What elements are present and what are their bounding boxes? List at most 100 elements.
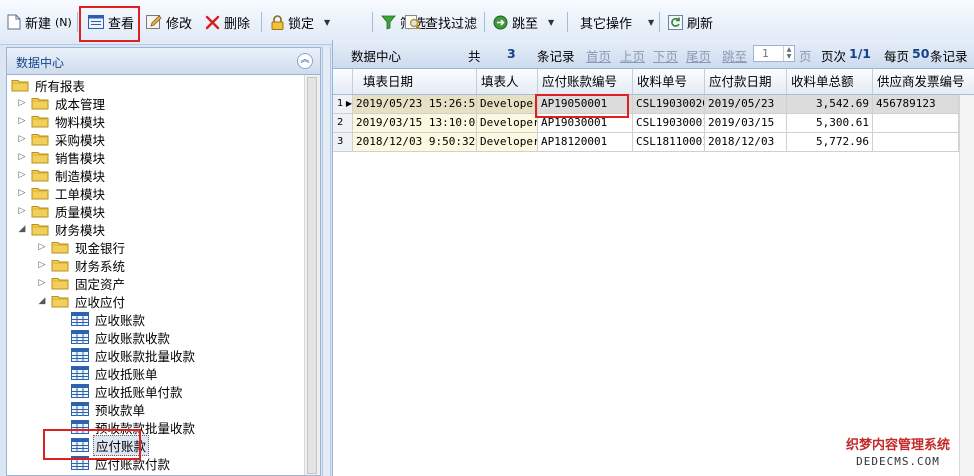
tree-collapsed-arrow-icon[interactable]: ▷ [37, 278, 47, 288]
page-spinner[interactable]: ▲ ▼ [783, 46, 794, 61]
current-row-arrow-icon: ▶ [343, 99, 353, 108]
panel-splitter[interactable] [322, 47, 331, 476]
other-ops-dropdown-caret[interactable]: ▼ [648, 18, 654, 27]
delete-button[interactable]: 删除 [205, 9, 250, 35]
other-ops-button[interactable]: 其它操作 ▼ [580, 9, 654, 35]
row-number-cell[interactable]: 2 [333, 114, 353, 132]
column-header[interactable]: 应付账款编号 [538, 69, 633, 94]
column-header[interactable]: 供应商发票编号 [873, 69, 974, 94]
goto-button[interactable]: 跳至 ▼ [493, 9, 554, 35]
tree-node[interactable]: ▷ 成本管理 [17, 94, 107, 112]
tree-node[interactable]: 应付账款付款 [57, 454, 172, 472]
table-cell[interactable]: 2018/12/03 9:50:32 [353, 133, 477, 151]
last-page-link[interactable]: 尾页 [686, 46, 711, 65]
row-number-cell[interactable]: 1 ▶ [333, 95, 353, 113]
collapse-chevrons-icon[interactable]: ︽ [297, 53, 313, 69]
tree-node[interactable]: ▷ 销售模块 [17, 148, 107, 166]
table-cell[interactable]: 2019/05/23 15:26:57 [353, 95, 477, 113]
tree-node[interactable]: 应收抵账单 [57, 364, 160, 382]
tree-node[interactable]: 预收款款批量收款 [57, 418, 197, 436]
tree-node[interactable]: 预收款单 [57, 400, 147, 418]
new-button[interactable]: 新建 (N) [7, 9, 72, 35]
page-unit: 页 [799, 49, 812, 64]
tree-node[interactable]: ▷ 现金银行 [37, 238, 127, 256]
row-number-cell[interactable]: 3 [333, 133, 353, 151]
tree-collapsed-arrow-icon[interactable]: ▷ [17, 98, 27, 108]
tree-collapsed-arrow-icon[interactable]: ▷ [17, 206, 27, 216]
page-number-input[interactable]: 1 ▲ ▼ [753, 45, 795, 62]
tree-collapsed-arrow-icon[interactable]: ▷ [17, 116, 27, 126]
tree-node[interactable]: ▷ 财务系统 [37, 256, 127, 274]
tree-node[interactable]: 应付账款 [57, 434, 150, 456]
tree-collapsed-arrow-icon[interactable]: ▷ [17, 134, 27, 144]
tree-node[interactable]: ▷ 质量模块 [17, 202, 107, 220]
table-cell[interactable]: Developer [477, 133, 538, 151]
tree-collapsed-arrow-icon[interactable]: ▷ [37, 260, 47, 270]
table-cell[interactable]: AP18120001 [538, 133, 633, 151]
table-cell[interactable] [873, 133, 959, 151]
column-header[interactable]: 收料单号 [633, 69, 705, 94]
tree-node[interactable]: 所有报表 [11, 76, 87, 94]
table-cell[interactable]: CSL18110001 [633, 133, 705, 151]
tree-expanded-arrow-icon[interactable]: ◢ [37, 296, 47, 306]
view-button[interactable]: 查看 [88, 9, 134, 35]
tree-collapsed-arrow-icon[interactable]: ▷ [17, 170, 27, 180]
table-cell[interactable]: AP19050001 [538, 95, 633, 113]
table-cell[interactable]: 5,772.96 [787, 133, 873, 151]
goto-dropdown-caret[interactable]: ▼ [548, 18, 554, 27]
tree-node[interactable]: ◢ 财务模块 [17, 220, 107, 238]
tree-node[interactable]: 应收抵账单付款 [57, 382, 185, 400]
tree-node[interactable]: ▷ 固定资产 [37, 274, 127, 292]
table-cell[interactable]: AP19030001 [538, 114, 633, 132]
table-cell[interactable]: 2019/03/15 [705, 114, 787, 132]
table-cell[interactable]: Developer [477, 95, 538, 113]
folder-icon [31, 168, 49, 182]
table-cell[interactable]: 5,300.61 [787, 114, 873, 132]
tree-collapsed-arrow-icon[interactable]: ▷ [37, 242, 47, 252]
table-row[interactable]: 3 2018/12/03 9:50:32 Developer AP18120001 CS… [333, 133, 974, 152]
table-cell[interactable]: 2019/05/23 [705, 95, 787, 113]
tree-node[interactable]: 应收账款批量收款 [57, 346, 197, 364]
column-header[interactable]: 填表人 [477, 69, 538, 94]
goto-page-link[interactable]: 跳至 [722, 46, 747, 65]
panel-title: 数据中心 [16, 56, 65, 70]
lock-dropdown-caret[interactable]: ▼ [324, 18, 330, 27]
toolbar-separator [261, 12, 262, 32]
tree-node[interactable]: ◢ 应收应付 [37, 292, 127, 310]
table-cell[interactable] [873, 114, 959, 132]
column-header[interactable]: 填表日期 [353, 69, 477, 94]
table-cell[interactable]: CSL19030020 [633, 95, 705, 113]
column-header[interactable]: 收料单总额 [787, 69, 873, 94]
table-cell[interactable]: 3,542.69 [787, 95, 873, 113]
tree-scrollbar[interactable] [304, 75, 320, 475]
column-header[interactable]: 应付款日期 [705, 69, 787, 94]
tree-node[interactable]: 应收账款 [57, 310, 147, 328]
tree-node[interactable]: ▷ 物料模块 [17, 112, 107, 130]
table-row[interactable]: 1 ▶ 2019/05/23 15:26:57 Developer AP1905000… [333, 95, 974, 114]
table-row[interactable]: 2 2019/03/15 13:10:03 Developer AP19030001 C… [333, 114, 974, 133]
table-cell[interactable]: 2019/03/15 13:10:03 [353, 114, 477, 132]
find-filter-button[interactable]: 查找过滤 [405, 9, 477, 35]
table-cell[interactable]: CSL19030001 [633, 114, 705, 132]
first-page-link[interactable]: 首页 [586, 46, 611, 65]
table-cell[interactable]: 456789123 [873, 95, 959, 113]
find-filter-icon [405, 14, 421, 30]
grid-scrollbar[interactable] [959, 95, 974, 476]
tree-scrollbar-thumb[interactable] [307, 77, 317, 474]
tree-expanded-arrow-icon[interactable]: ◢ [17, 224, 27, 234]
edit-button[interactable]: 修改 [146, 9, 192, 35]
page-info-value: 1/1 [849, 46, 871, 61]
table-cell[interactable]: Developer [477, 114, 538, 132]
tree-node[interactable]: ▷ 采购模块 [17, 130, 107, 148]
refresh-button[interactable]: 刷新 [668, 9, 713, 35]
next-page-link[interactable]: 下页 [653, 46, 678, 65]
lock-button[interactable]: 锁定 ▼ [271, 9, 330, 35]
tree-collapsed-arrow-icon[interactable]: ▷ [17, 188, 27, 198]
tree-node[interactable]: ▷ 制造模块 [17, 166, 107, 184]
tree-node[interactable]: ▷ 工单模块 [17, 184, 107, 202]
table-cell[interactable]: 2018/12/03 [705, 133, 787, 151]
prev-page-link[interactable]: 上页 [620, 46, 645, 65]
tree-collapsed-arrow-icon[interactable]: ▷ [17, 152, 27, 162]
tree-node[interactable]: 应收账款收款 [57, 328, 172, 346]
tree-node-label: 质量模块 [55, 204, 106, 220]
